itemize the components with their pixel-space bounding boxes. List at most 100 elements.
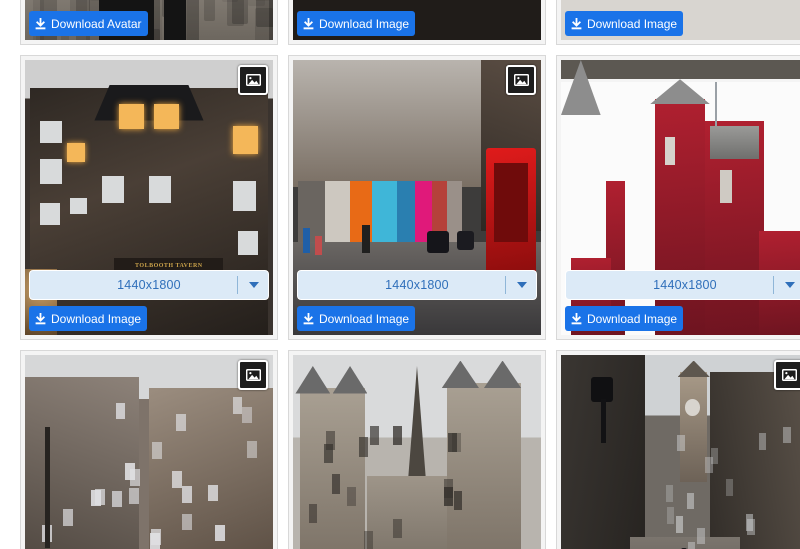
photo-detail: [40, 159, 62, 184]
download-button[interactable]: Download Image: [565, 306, 683, 331]
download-icon: [571, 313, 582, 325]
photo-detail: [454, 491, 463, 510]
photo-detail: [561, 60, 800, 79]
photo-detail: [370, 426, 379, 445]
chevron-down-icon[interactable]: [249, 282, 259, 288]
card-photo[interactable]: [25, 355, 273, 549]
photo-detail: [233, 181, 255, 211]
image-card-card-row0-col2[interactable]: Download Image: [556, 0, 800, 45]
photo-detail: [715, 82, 717, 126]
photo-detail: [182, 514, 192, 531]
photo-detail: [182, 486, 192, 503]
photo-detail: [116, 403, 126, 420]
photo-detail: [783, 427, 790, 444]
resolution-select[interactable]: 1440x1800: [29, 270, 269, 300]
image-icon: [238, 360, 268, 390]
photo-detail: [457, 231, 474, 250]
download-icon: [571, 18, 582, 30]
photo-detail: [247, 441, 257, 458]
download-button[interactable]: Download Image: [297, 306, 415, 331]
photo-detail: [677, 435, 684, 452]
photo-detail: [447, 383, 521, 549]
photo-detail: [154, 104, 179, 129]
photo-detail: [364, 531, 373, 549]
photo-detail: [667, 507, 674, 524]
card-controls: Download Image: [565, 11, 800, 36]
photo-detail: [95, 489, 105, 506]
photo-detail: [697, 528, 704, 545]
image-card-card-row2-col2[interactable]: 1440x1791 Download Image: [556, 350, 800, 549]
photo-detail: [315, 236, 321, 255]
image-icon: [774, 360, 800, 390]
photo-detail: [325, 181, 350, 242]
photo-detail: [215, 525, 225, 542]
photo-detail: [427, 231, 449, 253]
resolution-value: 1440x1800: [117, 278, 181, 292]
photo-artwork: [561, 355, 800, 549]
image-card-card-row0-col1[interactable]: Download Image: [288, 0, 546, 45]
card-controls: 1440x1800 Download Image: [565, 270, 800, 331]
image-card-card-row2-col1[interactable]: 1440x1800 Download Image: [288, 350, 546, 549]
photo-detail: [678, 361, 710, 378]
photo-detail: [720, 170, 732, 203]
select-divider: [237, 276, 238, 294]
photo-detail: [665, 137, 675, 165]
download-button[interactable]: Download Image: [565, 11, 683, 36]
download-button-label: Download Image: [51, 312, 141, 326]
photo-detail: [172, 471, 182, 488]
photo-detail: [94, 85, 203, 121]
download-icon: [35, 313, 46, 325]
image-card-card-row2-col0[interactable]: 1440x1800 Download Image: [20, 350, 278, 549]
image-card-card-row1-col1[interactable]: 1440x1800 Download Image: [288, 55, 546, 340]
resolution-select[interactable]: 1440x1800: [565, 270, 800, 300]
photo-detail: [233, 126, 258, 154]
photo-detail: [372, 181, 397, 242]
card-controls: Download Avatar: [29, 11, 269, 36]
download-button[interactable]: Download Image: [297, 11, 415, 36]
resolution-select[interactable]: 1440x1800: [297, 270, 537, 300]
card-photo[interactable]: [293, 355, 541, 549]
photo-detail: [300, 388, 364, 549]
photo-detail: [70, 198, 87, 215]
photo-detail: [309, 504, 318, 523]
photo-detail: [680, 372, 707, 482]
photo-detail: [666, 485, 673, 502]
photo-detail: [129, 488, 139, 505]
photo-artwork: [293, 355, 541, 549]
photo-detail: [63, 509, 73, 526]
photo-detail: [676, 516, 683, 533]
photo-detail: [687, 493, 694, 510]
photo-detail: [397, 181, 414, 242]
photo-detail: [484, 361, 521, 389]
resolution-value: 1440x1800: [385, 278, 449, 292]
download-icon: [35, 18, 46, 30]
photo-detail: [710, 372, 800, 549]
photo-detail: [119, 104, 144, 129]
card-photo[interactable]: [561, 355, 800, 549]
download-button-label: Download Image: [319, 312, 409, 326]
image-card-card-row1-col0[interactable]: TOLBOOTH TAVERN 1440x1800 Download Image: [20, 55, 278, 340]
image-icon: [506, 65, 536, 95]
photo-detail: [685, 399, 700, 416]
photo-detail: [151, 529, 161, 546]
download-icon: [303, 18, 314, 30]
photo-detail: [333, 366, 368, 394]
image-card-grid: Download Avatar Download Image Download …: [20, 0, 800, 549]
download-icon: [303, 313, 314, 325]
chevron-down-icon[interactable]: [517, 282, 527, 288]
photo-detail: [233, 397, 243, 414]
image-card-card-row0-col0[interactable]: Download Avatar: [20, 0, 278, 45]
download-button[interactable]: Download Avatar: [29, 11, 148, 36]
image-icon: [238, 65, 268, 95]
photo-detail: [362, 225, 369, 253]
photo-detail: [710, 126, 760, 159]
card-controls: 1440x1800 Download Image: [297, 270, 537, 331]
photo-detail: [40, 121, 62, 143]
download-button[interactable]: Download Image: [29, 306, 147, 331]
image-card-card-row1-col2[interactable]: 1440x1800 Download Image: [556, 55, 800, 340]
card-controls: Download Image: [297, 11, 537, 36]
photo-detail: [269, 0, 273, 40]
download-button-label: Download Image: [587, 312, 677, 326]
chevron-down-icon[interactable]: [785, 282, 795, 288]
photo-detail: [726, 479, 733, 496]
